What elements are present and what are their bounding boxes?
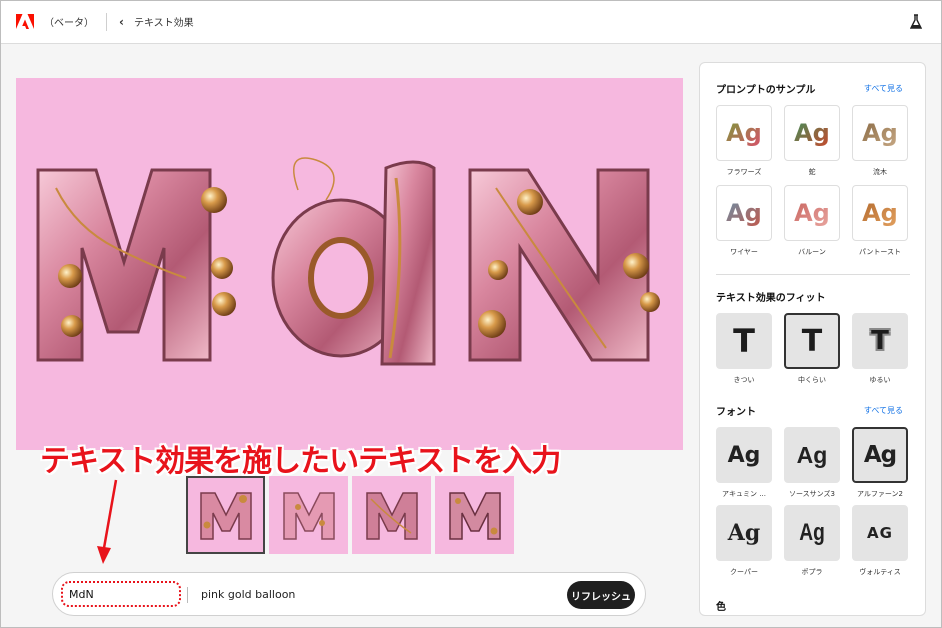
thumbnail-m-image [199, 492, 252, 540]
fonts-see-all-link[interactable]: すべて見る [864, 405, 903, 416]
fit-tile-2-glyph: T [801, 323, 823, 359]
font-tile-5-glyph: Ag [799, 519, 825, 546]
fit-tile-3-glyph: T [871, 326, 889, 356]
sample-tile-3-thumbnail: Ag [852, 105, 908, 161]
font-tile-4-label: クーパー [730, 568, 758, 576]
font-tile-1-thumbnail: Ag [716, 427, 772, 483]
font-tile-6-label: ヴォルティス [859, 568, 901, 576]
font-tile-2[interactable]: Ag ソースサンズ3 [784, 427, 840, 501]
fonts-grid: Ag アキュミン ... Ag ソースサンズ3 Ag アルファーン2 Ag クーパー Ag ポプラ… [716, 427, 908, 579]
fit-grid: T きつい T 中くらい T ゆるい [716, 313, 908, 387]
effect-text-input[interactable]: MdN [61, 581, 181, 607]
samples-grid: Ag フラワーズ Ag 蛇 Ag 流木 Ag ワイヤー Ag バルーン Ag パントースト [716, 105, 908, 259]
beta-label: （ベータ） [44, 18, 94, 29]
font-tile-4[interactable]: Ag クーパー [716, 505, 772, 579]
font-tile-1[interactable]: Ag アキュミン ... [716, 427, 772, 501]
fit-title: テキスト効果のフィット [716, 293, 826, 304]
variation-thumbnail-2[interactable] [269, 476, 348, 554]
sample-tile-2-thumbnail: Ag [784, 105, 840, 161]
font-tile-1-glyph: Ag [727, 442, 761, 468]
font-tile-6[interactable]: AG ヴォルティス [852, 505, 908, 579]
fit-tile-1[interactable]: T きつい [716, 313, 772, 387]
sample-tile-5-thumbnail: Ag [784, 185, 840, 241]
adobe-logo-icon[interactable] [16, 13, 34, 30]
sample-tile-4-thumbnail: Ag [716, 185, 772, 241]
letter-n [468, 168, 660, 362]
sample-tile-5[interactable]: Ag バルーン [784, 185, 840, 259]
color-title: 色 [716, 602, 726, 613]
fit-tile-3-label: ゆるい [869, 376, 891, 384]
prompt-divider [187, 587, 188, 603]
sample-tile-3-label: 流木 [873, 168, 887, 176]
fit-tile-3-thumbnail: T [852, 313, 908, 369]
settings-panel: プロンプトのサンプル すべて見る Ag フラワーズ Ag 蛇 Ag 流木 Ag ワイヤー Ag バ… [699, 62, 926, 616]
back-chevron-icon[interactable]: ‹ [119, 15, 124, 29]
fit-tile-2-label: 中くらい [798, 376, 826, 384]
sample-tile-3-glyph: Ag [862, 119, 898, 147]
refresh-button[interactable]: リフレッシュ [567, 581, 635, 609]
font-tile-5-label: ポプラ [801, 568, 823, 576]
font-tile-3-thumbnail: Ag [852, 427, 908, 483]
sample-tile-5-glyph: Ag [794, 199, 830, 227]
thumbnail-m-image [282, 492, 335, 540]
variation-thumbnail-1[interactable] [186, 476, 265, 554]
font-tile-1-label: アキュミン ... [722, 490, 766, 498]
fit-tile-1-label: きつい [733, 376, 755, 384]
samples-see-all-link[interactable]: すべて見る [864, 83, 903, 94]
font-tile-3-glyph: Ag [863, 442, 897, 468]
font-tile-3-label: アルファーン2 [856, 490, 904, 498]
flask-icon[interactable] [910, 14, 922, 30]
app-header: （ベータ） ‹ テキスト効果 [0, 0, 942, 44]
prompt-bar: MdN pink gold balloon リフレッシュ [52, 572, 646, 616]
variation-thumbnail-4[interactable] [435, 476, 514, 554]
sample-tile-5-label: バルーン [798, 248, 826, 256]
font-tile-4-glyph: Ag [727, 520, 761, 546]
sample-tile-2[interactable]: Ag 蛇 [784, 105, 840, 179]
fit-tile-2-thumbnail: T [784, 313, 840, 369]
section-divider [716, 274, 910, 275]
variation-thumbnail-3[interactable] [352, 476, 431, 554]
sample-tile-1-thumbnail: Ag [716, 105, 772, 161]
fit-tile-1-glyph: T [733, 322, 755, 360]
samples-title: プロンプトのサンプル [716, 85, 816, 96]
font-tile-5[interactable]: Ag ポプラ [784, 505, 840, 579]
sample-tile-1-glyph: Ag [726, 119, 762, 147]
sample-tile-6[interactable]: Ag パントースト [852, 185, 908, 259]
header-divider [106, 12, 107, 31]
font-tile-6-glyph: AG [867, 524, 893, 542]
font-tile-2-label: ソースサンズ3 [789, 490, 835, 498]
font-tile-3[interactable]: Ag アルファーン2 [852, 427, 908, 501]
sample-tile-2-glyph: Ag [794, 119, 830, 147]
page-title: テキスト効果 [133, 18, 194, 29]
font-tile-5-thumbnail: Ag [784, 505, 840, 561]
sample-tile-6-thumbnail: Ag [852, 185, 908, 241]
generated-image-canvas[interactable] [16, 78, 683, 450]
font-tile-6-thumbnail: AG [852, 505, 908, 561]
sample-tile-1-label: フラワーズ [726, 168, 762, 176]
prompt-input[interactable]: pink gold balloon [201, 588, 295, 601]
sample-tile-6-glyph: Ag [862, 199, 898, 227]
sample-tile-4[interactable]: Ag ワイヤー [716, 185, 772, 259]
sample-tile-3[interactable]: Ag 流木 [852, 105, 908, 179]
annotation-caption: テキスト効果を施したいテキストを入力 [40, 444, 561, 479]
fit-tile-2[interactable]: T 中くらい [784, 313, 840, 387]
font-tile-2-thumbnail: Ag [784, 427, 840, 483]
sample-tile-4-glyph: Ag [726, 199, 762, 227]
thumbnail-m-image [448, 492, 501, 540]
letter-m [36, 168, 236, 362]
variation-thumbnails [186, 476, 514, 554]
fit-tile-1-thumbnail: T [716, 313, 772, 369]
thumbnail-m-image [365, 492, 418, 540]
font-tile-4-thumbnail: Ag [716, 505, 772, 561]
sample-tile-2-label: 蛇 [808, 168, 816, 176]
sample-tile-4-label: ワイヤー [730, 248, 758, 256]
sample-tile-6-label: パントースト [859, 248, 901, 256]
font-tile-2-glyph: Ag [796, 441, 828, 468]
sample-tile-1[interactable]: Ag フラワーズ [716, 105, 772, 179]
balloon-text-artwork [36, 157, 660, 366]
letter-d [271, 157, 436, 366]
fit-tile-3[interactable]: T ゆるい [852, 313, 908, 387]
fonts-title: フォント [716, 407, 756, 418]
